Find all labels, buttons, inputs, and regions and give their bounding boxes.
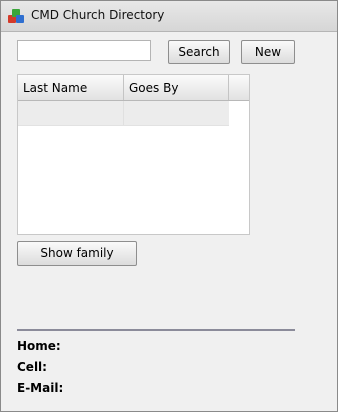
column-header-goes-by[interactable]: Goes By [124,75,229,100]
results-table[interactable]: Last Name Goes By [17,74,250,235]
table-cell-last-name [18,101,124,125]
search-button[interactable]: Search [168,40,230,64]
column-header-last-name[interactable]: Last Name [18,75,124,100]
table-cell-goes-by [124,101,229,125]
app-window: CMD Church Directory Search New Last Nam… [0,0,338,412]
show-family-button[interactable]: Show family [17,241,137,266]
title-bar[interactable]: CMD Church Directory [1,1,337,32]
column-header-filler [229,75,249,100]
email-label: E-Mail: [17,381,64,395]
section-divider [17,329,295,331]
app-blocks-icon [8,9,24,23]
new-button[interactable]: New [241,40,295,64]
home-phone-label: Home: [17,339,61,353]
table-header: Last Name Goes By [18,75,249,101]
window-title: CMD Church Directory [31,8,165,22]
search-input[interactable] [17,40,151,61]
cell-phone-label: Cell: [17,360,47,374]
table-row[interactable] [18,101,229,126]
